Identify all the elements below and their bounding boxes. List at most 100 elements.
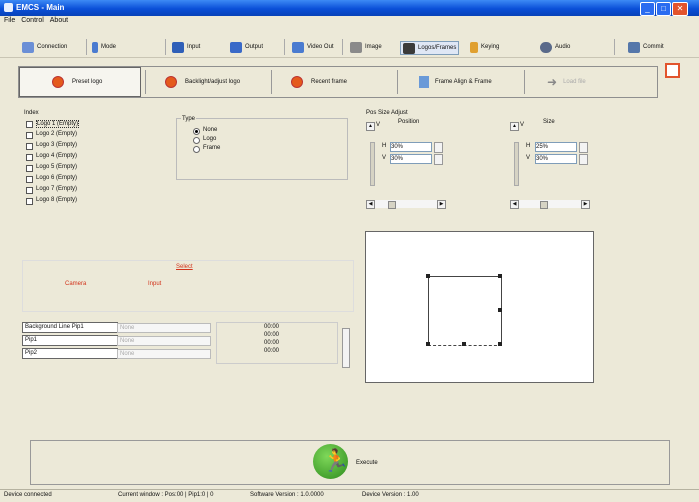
close-button[interactable]: ✕ (672, 2, 688, 16)
logo-checkbox[interactable] (26, 143, 33, 150)
menu-file[interactable]: File (4, 16, 15, 26)
logo-checkbox[interactable] (26, 121, 33, 128)
toolbar-logos-frames-button[interactable]: Logos/Frames (400, 41, 460, 55)
toolbar-mode-button[interactable]: Mode (92, 41, 116, 53)
resize-handle[interactable] (462, 342, 466, 346)
input-icon (172, 41, 184, 53)
resize-handle[interactable] (498, 308, 502, 312)
tab-separator (397, 70, 398, 94)
timecode: 00:00 (264, 348, 280, 354)
menu-bar: File Control About (0, 16, 699, 26)
grid-row-dropdown[interactable]: None (117, 349, 211, 359)
tab-warning-icon (291, 76, 303, 88)
tab-load-file[interactable]: ➜ Load file (547, 67, 647, 97)
resize-handle[interactable] (426, 274, 430, 278)
scroll-left-icon[interactable]: ◀ (510, 200, 519, 209)
logo-checkbox[interactable] (26, 176, 33, 183)
toolbar-connection-button[interactable]: Connection (22, 41, 67, 53)
type-none-label: None (203, 127, 218, 133)
logo-checkbox[interactable] (26, 154, 33, 161)
execute-bar: 🏃 Execute (30, 440, 670, 485)
size-v-input[interactable]: 30% (535, 154, 577, 164)
audio-icon (540, 41, 552, 53)
h-label: H (526, 143, 531, 149)
toolbar-input-button[interactable]: Input (172, 41, 200, 53)
grid-scrollbar[interactable] (342, 328, 350, 368)
toolbar-keying-button[interactable]: Keying (470, 41, 499, 53)
select-title[interactable]: Select (176, 264, 193, 270)
position-v-slider[interactable] (370, 142, 375, 186)
arrow-right-icon: ➜ (547, 75, 558, 89)
h-label: H (382, 143, 387, 149)
maximize-button[interactable]: □ (656, 2, 671, 16)
scroll-left-icon[interactable]: ◀ (366, 200, 375, 209)
logo-checkbox-label: Logo 2 (Empty) (36, 131, 78, 137)
grid-row-dropdown[interactable]: None (117, 336, 211, 346)
toolbar-videoout-button[interactable]: Video Out (292, 41, 334, 53)
close-panel-icon[interactable] (665, 63, 680, 78)
type-frame-radio[interactable] (193, 146, 200, 153)
v-label: V (520, 122, 525, 128)
tab-warning-icon (52, 76, 64, 88)
scroll-right-icon[interactable]: ▶ (581, 200, 590, 209)
position-toggle-icon[interactable]: ▲ (366, 122, 375, 131)
toolbar-image-button[interactable]: Image (350, 41, 382, 53)
v-label: V (526, 155, 531, 161)
pos-size-title: Pos Size Adjust (366, 110, 408, 116)
timecode: 00:00 (264, 340, 280, 346)
logo-checkbox[interactable] (26, 132, 33, 139)
resize-handle[interactable] (426, 342, 430, 346)
grid-row-label: Background Line Pip1 (22, 322, 118, 333)
slider-thumb[interactable] (388, 201, 396, 209)
scroll-right-icon[interactable]: ▶ (437, 200, 446, 209)
toolbar-audio-button[interactable]: Audio (540, 41, 570, 53)
type-none-radio[interactable] (193, 128, 200, 135)
tab-recent-frame[interactable]: Recent frame (291, 67, 391, 97)
size-h-spin[interactable] (579, 142, 588, 153)
size-h-input[interactable]: 25% (535, 142, 577, 152)
tab-preset-logo[interactable]: Preset logo (19, 67, 141, 97)
menu-control[interactable]: Control (21, 16, 44, 26)
position-v-spin[interactable] (434, 154, 443, 165)
tab-backlight-logo[interactable]: Backlight/adjust logo (165, 67, 285, 97)
size-h-slider[interactable]: ◀ ▶ (510, 200, 590, 209)
logo-checkbox[interactable] (26, 198, 33, 205)
toolbar-commit-button[interactable]: Commit (628, 41, 664, 53)
select-input-label[interactable]: Input (148, 281, 161, 287)
select-camera-label[interactable]: Camera (65, 281, 86, 287)
size-v-spin[interactable] (579, 154, 588, 165)
menu-about[interactable]: About (50, 16, 68, 26)
keying-icon (470, 41, 478, 53)
v-label: V (376, 122, 381, 128)
select-group: Select Camera Input (22, 260, 354, 312)
logo-checkbox[interactable] (26, 165, 33, 172)
toolbar-output-button[interactable]: Output (230, 41, 263, 53)
resize-handle[interactable] (498, 274, 502, 278)
toolbar-separator (165, 39, 166, 55)
execute-button[interactable]: 🏃 (313, 444, 349, 479)
tab-separator (524, 70, 525, 94)
size-label: Size (543, 119, 555, 125)
minimize-button[interactable]: _ (640, 2, 655, 16)
status-software-version: Software Version : 1.0.0000 (250, 492, 324, 498)
logo-checkbox[interactable] (26, 187, 33, 194)
position-h-slider[interactable]: ◀ ▶ (366, 200, 446, 209)
grid-row-dropdown[interactable]: None (117, 323, 211, 333)
logos-frames-icon (403, 42, 415, 54)
preview-canvas[interactable] (365, 231, 594, 383)
slider-thumb[interactable] (540, 201, 548, 209)
timecode: 00:00 (264, 332, 280, 338)
type-logo-radio[interactable] (193, 137, 200, 144)
preview-frame-box[interactable] (428, 276, 502, 346)
size-v-slider[interactable] (514, 142, 519, 186)
position-h-input[interactable]: 30% (390, 142, 432, 152)
tab-frame-align[interactable]: Frame Align & Frame (419, 67, 529, 97)
position-v-input[interactable]: 30% (390, 154, 432, 164)
position-h-spin[interactable] (434, 142, 443, 153)
title-bar: EMCS - Main _ □ ✕ (0, 0, 699, 16)
size-toggle-icon[interactable]: ▲ (510, 122, 519, 131)
index-group: Index Logo 1 (Empty) Logo 2 (Empty) Logo 3… (22, 110, 177, 260)
logo-checkbox-label: Logo 6 (Empty) (36, 175, 78, 181)
resize-handle[interactable] (498, 342, 502, 346)
logo-checkbox-label: Logo 3 (Empty) (36, 142, 78, 148)
